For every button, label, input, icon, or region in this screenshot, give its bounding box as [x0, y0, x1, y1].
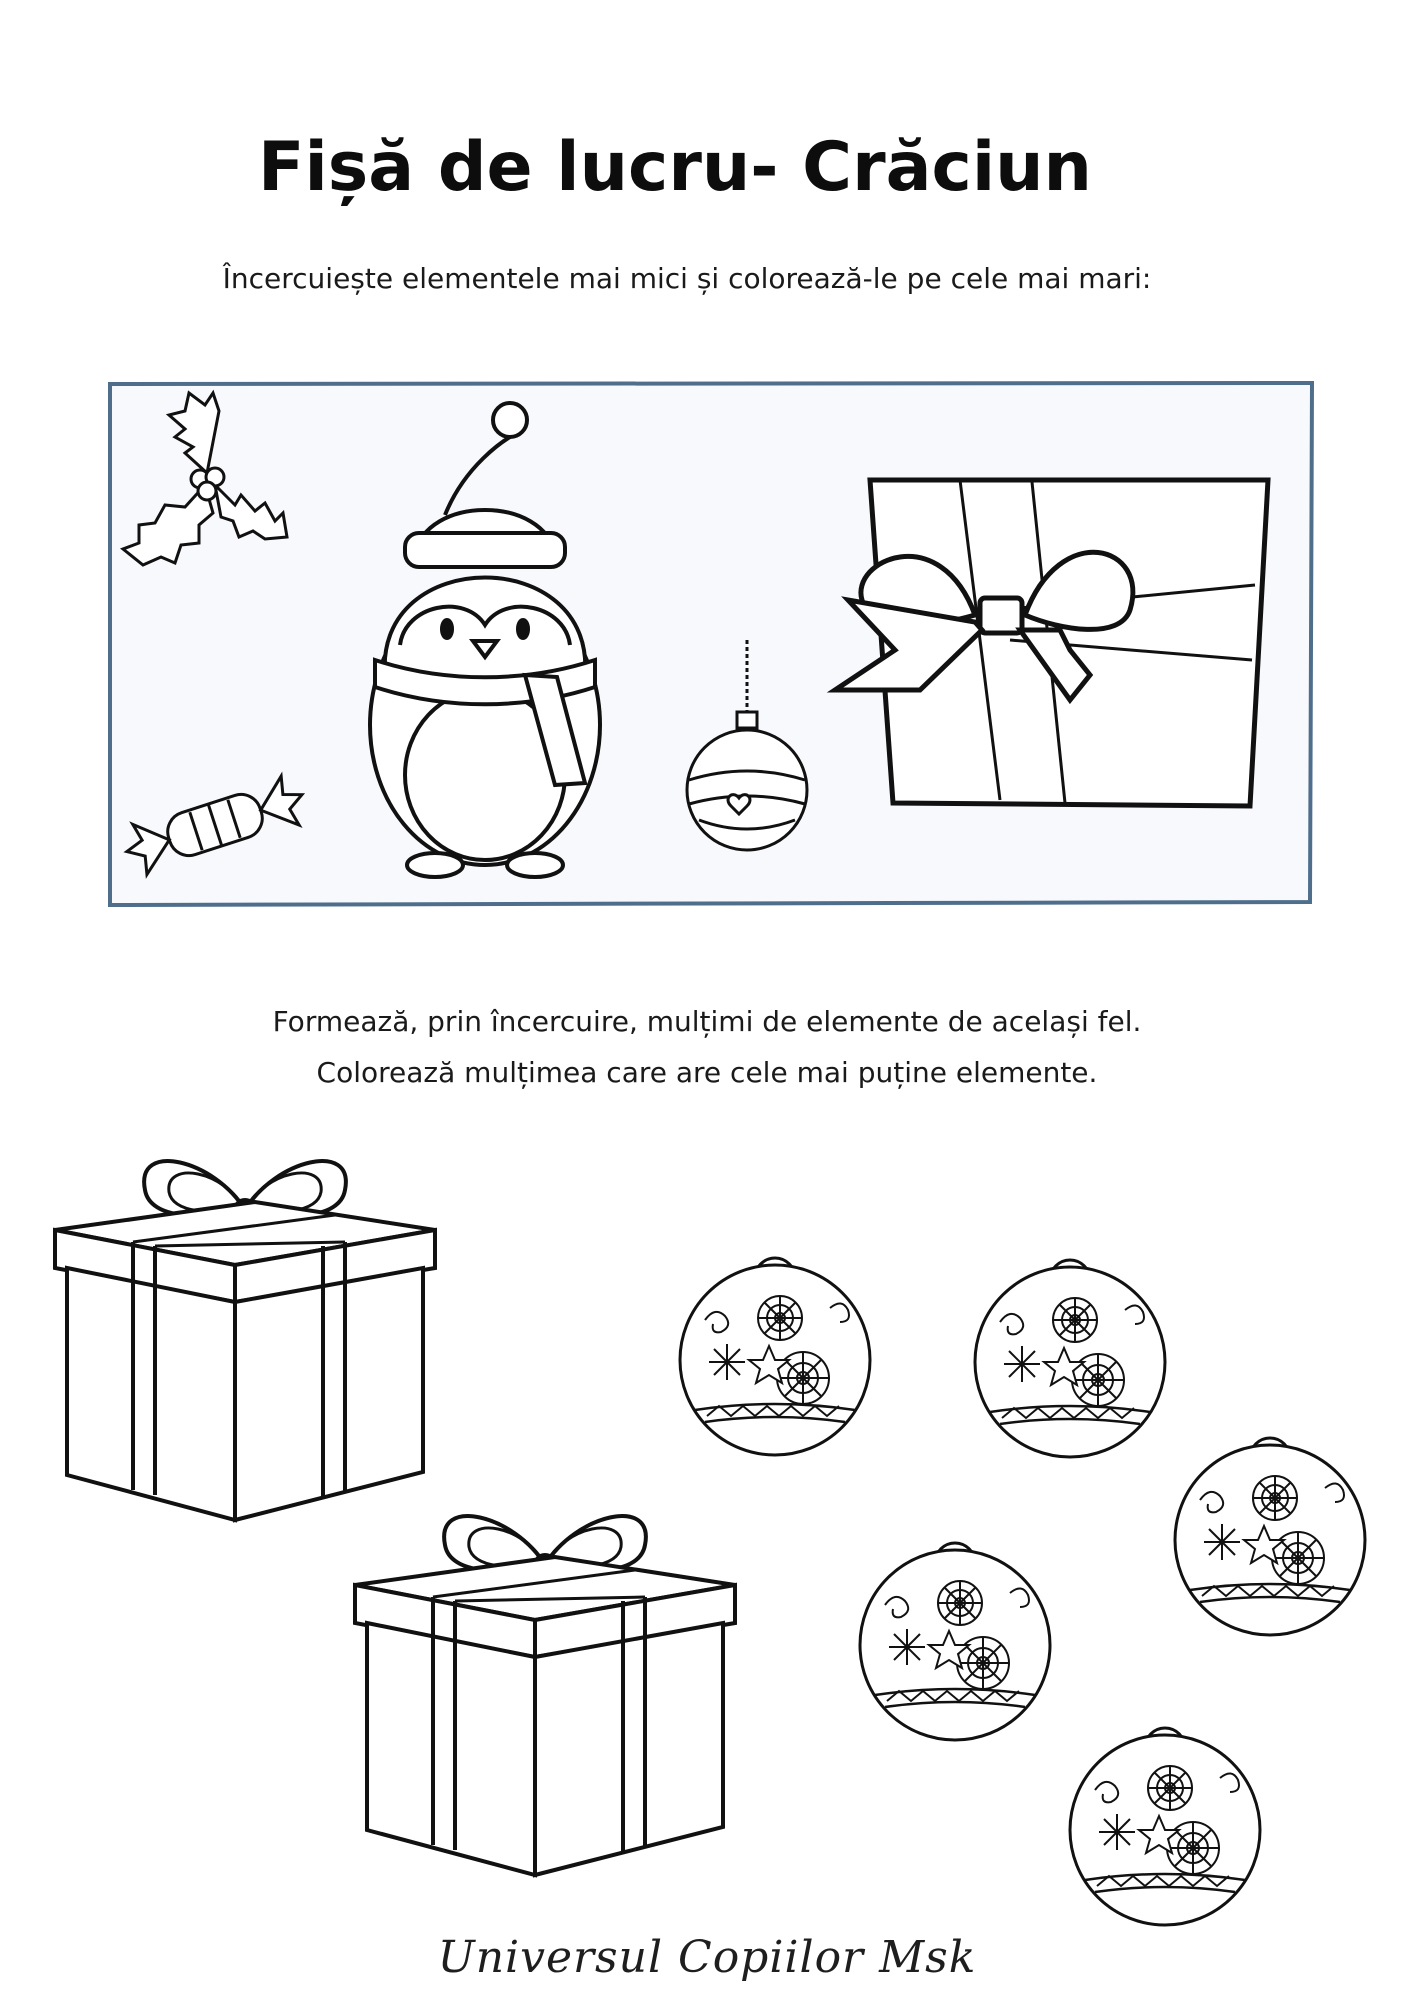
exercise2-instruction-line2: Colorează mulțimea care are cele mai puț…	[316, 1056, 1098, 1089]
worksheet-page: Fișă de lucru- Crăciun Încercuiește elem…	[0, 0, 1414, 2000]
christmas-ball-1	[678, 1256, 872, 1457]
christmas-ball-5	[1068, 1726, 1262, 1927]
christmas-ball-2	[973, 1258, 1167, 1459]
gift-box-1	[53, 1159, 437, 1522]
gift-box-2	[353, 1514, 737, 1877]
illustrations	[53, 380, 1367, 1927]
gift-icon	[826, 477, 1271, 809]
christmas-ball-4	[858, 1541, 1052, 1742]
christmas-ball-3	[1173, 1436, 1367, 1637]
footer-signature: Universul Copiilor Msk	[437, 1932, 977, 1983]
exercise2-instruction-line1: Formează, prin încercuire, mulțimi de el…	[272, 1005, 1142, 1038]
